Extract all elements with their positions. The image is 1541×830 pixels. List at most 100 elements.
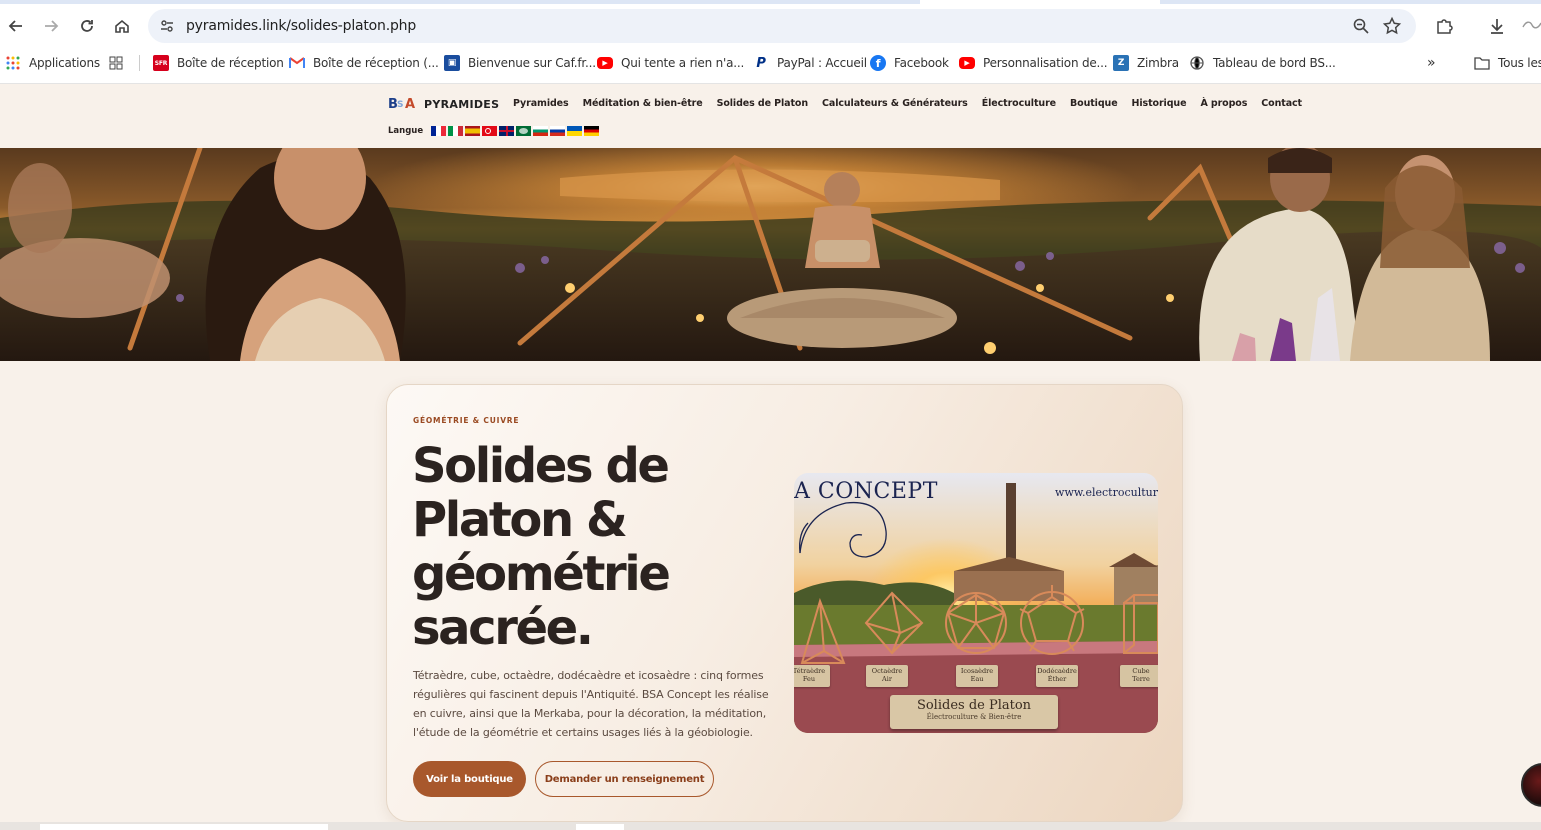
url-text[interactable]: pyramides.link/solides-platon.php	[186, 18, 416, 34]
bookmark-applications[interactable]: Applications	[5, 53, 100, 73]
solid-label-name: Dodécaèdre	[1037, 667, 1077, 675]
gmail-icon	[289, 55, 305, 71]
solid-label: Octaèdre Air	[866, 665, 908, 687]
bookmark-caf[interactable]: ▣ Bienvenue sur Caf.fr...	[444, 53, 596, 73]
nav-calculateurs[interactable]: Calculateurs & Générateurs	[822, 98, 968, 109]
bookmark-label: Qui tente a rien n'a...	[621, 56, 745, 70]
solid-label-sub: Feu	[802, 675, 816, 683]
card-description: Tétraèdre, cube, octaèdre, dodécaèdre et…	[413, 669, 769, 739]
folder-icon	[1474, 55, 1490, 71]
bookmark-label: Personnalisation de...	[983, 56, 1108, 70]
nav-boutique[interactable]: Boutique	[1070, 98, 1118, 109]
bookmark-facebook[interactable]: f Facebook	[870, 53, 949, 73]
solid-label-name: Octaèdre	[871, 667, 903, 675]
card-eyebrow: GÉOMÉTRIE & CUIVRE	[413, 416, 520, 425]
more-bookmarks-button[interactable]: »	[1427, 53, 1436, 73]
nav-contact[interactable]: Contact	[1261, 98, 1302, 109]
bsa-logo-mark: B S A	[388, 97, 418, 112]
language-selector: Langue	[388, 126, 601, 136]
home-button[interactable]	[108, 12, 136, 40]
site-header: B S A PYRAMIDES Pyramides Méditation & b…	[0, 84, 1541, 148]
logo-text: PYRAMIDES	[424, 97, 500, 111]
downloads-button[interactable]	[1483, 12, 1511, 40]
flag-ua-icon[interactable]	[567, 126, 583, 136]
logo-letter-a: A	[405, 97, 416, 112]
bookmark-label: Boîte de réception	[177, 56, 284, 70]
bookmark-gmail[interactable]: Boîte de réception (...	[289, 53, 439, 73]
bookmark-label: Applications	[29, 56, 100, 70]
bookmark-youtube-2[interactable]: ▶ Personnalisation de...	[959, 53, 1108, 73]
forward-button[interactable]	[37, 12, 65, 40]
nav-a-propos[interactable]: À propos	[1200, 98, 1247, 109]
zoom-icon[interactable]	[1352, 17, 1370, 35]
site-settings-icon[interactable]	[158, 17, 176, 35]
solid-label: Icosaèdre Eau	[956, 665, 998, 687]
nav-electroculture[interactable]: Électroculture	[982, 98, 1056, 109]
nav-historique[interactable]: Historique	[1132, 98, 1187, 109]
language-label: Langue	[388, 126, 424, 136]
browser-chrome: pyramides.link/solides-platon.php Applic…	[0, 0, 1541, 84]
home-icon	[115, 19, 129, 33]
profile-button[interactable]	[1518, 12, 1541, 40]
flag-ru-icon[interactable]	[550, 126, 566, 136]
plaque-subtitle: Électroculture & Bien-être	[926, 713, 1022, 721]
bookmark-star-icon[interactable]	[1382, 16, 1402, 36]
bookmark-label: Tableau de bord BS...	[1213, 56, 1336, 70]
bookmark-zimbra[interactable]: Z Zimbra	[1113, 53, 1179, 73]
solid-label-sub: Eau	[970, 675, 984, 683]
page-title: Solides de Platon & géométrie sacrée.	[412, 438, 671, 656]
shop-button[interactable]: Voir la boutique	[413, 761, 526, 797]
reload-button[interactable]	[73, 12, 101, 40]
flag-gb-icon[interactable]	[499, 126, 515, 136]
platonic-solids-photo: A CONCEPT www.electrocultur Tétraèdre Fe…	[794, 473, 1158, 733]
tab-strip	[0, 0, 1541, 4]
hero-banner-image	[0, 148, 1541, 361]
main-nav: Pyramides Méditation & bien-être Solides…	[513, 98, 1302, 109]
solid-label-sub: Terre	[1132, 675, 1150, 683]
flag-de-icon[interactable]	[584, 126, 600, 136]
request-info-button[interactable]: Demander un renseignement	[535, 761, 714, 797]
flag-bg-icon[interactable]	[533, 126, 549, 136]
solid-label-sub: Air	[882, 675, 892, 683]
site-logo[interactable]: B S A PYRAMIDES	[388, 97, 500, 112]
bookmark-label: Boîte de réception (...	[313, 56, 439, 70]
bookmark-label: Tous les	[1498, 56, 1541, 70]
flag-tr-icon[interactable]	[482, 126, 498, 136]
bookmark-paypal[interactable]: P PayPal : Accueil	[753, 53, 867, 73]
bookmarks-bar: Applications SFR Boîte de réception Boît…	[0, 50, 1541, 76]
taskbar-item[interactable]	[40, 824, 328, 830]
flag-ar-icon[interactable]	[516, 126, 532, 136]
back-button[interactable]	[2, 12, 30, 40]
arrow-left-icon	[8, 20, 22, 32]
all-bookmarks-folder[interactable]: Tous les	[1474, 53, 1541, 73]
solid-label-sub: Éther	[1047, 675, 1067, 683]
grid-icon	[108, 55, 124, 71]
chat-widget-button[interactable]	[1521, 763, 1541, 807]
nav-pyramides[interactable]: Pyramides	[513, 98, 569, 109]
bookmark-tableau[interactable]: Tableau de bord BS...	[1189, 53, 1336, 73]
youtube-icon: ▶	[597, 57, 613, 69]
bookmark-youtube-1[interactable]: ▶ Qui tente a rien n'a...	[597, 53, 744, 73]
extensions-button[interactable]	[1430, 12, 1458, 40]
bookmark-label: Bienvenue sur Caf.fr...	[468, 56, 596, 70]
flag-es-icon[interactable]	[465, 126, 481, 136]
taskbar-strip	[0, 822, 1541, 830]
nav-solides-platon[interactable]: Solides de Platon	[717, 98, 809, 109]
double-chevron-icon: »	[1427, 55, 1436, 71]
flag-it-icon[interactable]	[448, 126, 464, 136]
solid-label-name: Cube	[1132, 667, 1150, 675]
address-bar[interactable]: pyramides.link/solides-platon.php	[148, 9, 1416, 43]
apps-grid-icon	[5, 55, 21, 71]
paypal-icon: P	[756, 55, 766, 71]
caf-icon: ▣	[444, 55, 460, 71]
bookmark-label: PayPal : Accueil	[777, 56, 867, 70]
solid-label-name: Tétraèdre	[794, 667, 826, 675]
bookmark-sfr[interactable]: SFR Boîte de réception	[153, 53, 284, 73]
taskbar-item[interactable]	[576, 824, 624, 830]
profile-sync-icon	[1522, 21, 1541, 29]
nav-meditation[interactable]: Méditation & bien-être	[583, 98, 703, 109]
flag-fr-icon[interactable]	[431, 126, 447, 136]
solid-label: Dodécaèdre Éther	[1036, 665, 1078, 687]
bookmark-grid[interactable]	[108, 53, 132, 73]
solid-label: Cube Terre	[1120, 665, 1158, 687]
